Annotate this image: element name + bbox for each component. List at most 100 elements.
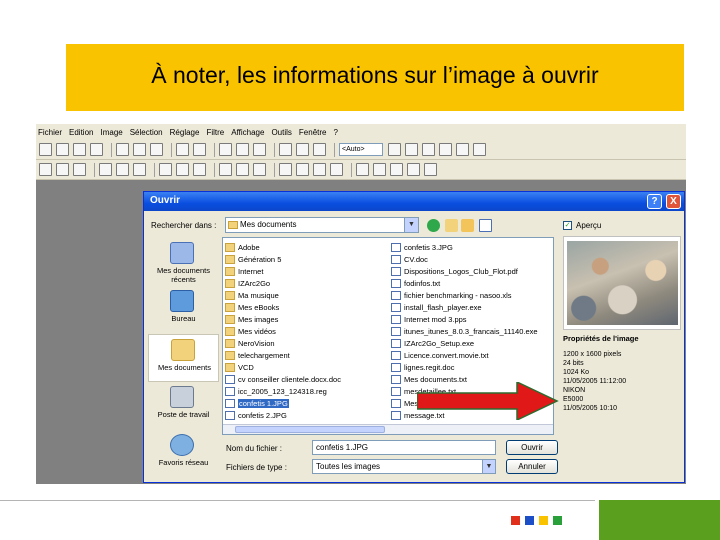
file-item[interactable]: confetis 2.JPG xyxy=(225,409,390,421)
place-my-computer[interactable]: Poste de travail xyxy=(148,382,219,430)
zoom-select[interactable]: <Auto> xyxy=(339,143,383,156)
views-menu-icon[interactable] xyxy=(479,219,492,232)
resize-icon[interactable] xyxy=(236,143,249,156)
fill-icon[interactable] xyxy=(313,143,326,156)
menu-item[interactable]: ? xyxy=(333,128,337,137)
file-item[interactable]: Licence.convert.movie.txt xyxy=(391,349,553,361)
file-item[interactable]: IZArc2Go_Setup.exe xyxy=(391,337,553,349)
place-my-documents[interactable]: Mes documents xyxy=(148,334,219,382)
brightness-icon[interactable] xyxy=(279,163,292,176)
file-item[interactable]: cv conseiller clientele.docx.doc xyxy=(225,373,390,385)
file-item[interactable]: confetis 1.JPG xyxy=(225,397,390,409)
save-icon[interactable] xyxy=(73,143,86,156)
dialog-titlebar[interactable]: Ouvrir ? X xyxy=(144,192,684,211)
file-item[interactable]: Mes images xyxy=(225,313,390,325)
menu-item[interactable]: Sélection xyxy=(130,128,163,137)
file-item[interactable]: Génération 5 xyxy=(225,253,390,265)
file-item[interactable]: fodinfos.txt xyxy=(391,277,553,289)
flip-horizontal-icon[interactable] xyxy=(356,163,369,176)
ellipse-icon[interactable] xyxy=(193,163,206,176)
text-icon[interactable] xyxy=(279,143,292,156)
look-in-select[interactable]: Mes documents ▼ xyxy=(225,217,419,233)
up-folder-icon[interactable] xyxy=(445,219,458,232)
file-item[interactable]: Adobe xyxy=(225,241,390,253)
line-icon[interactable] xyxy=(159,163,172,176)
file-item[interactable]: Mes vidéos xyxy=(225,325,390,337)
file-item[interactable]: Mes eBooks xyxy=(225,301,390,313)
pencil-icon[interactable] xyxy=(116,163,129,176)
file-item[interactable]: Ma musique xyxy=(225,289,390,301)
select-icon[interactable] xyxy=(39,163,52,176)
file-item[interactable]: fichier benchmarking - nasoo.xls xyxy=(391,289,553,301)
zoom-in-icon[interactable] xyxy=(388,143,401,156)
cut-icon[interactable] xyxy=(116,143,129,156)
sharpen-icon[interactable] xyxy=(236,163,249,176)
place-network[interactable]: Favoris réseau xyxy=(148,430,219,478)
place-desktop[interactable]: Bureau xyxy=(148,286,219,334)
file-item[interactable]: Dispositions_Logos_Club_Flot.pdf xyxy=(391,265,553,277)
print-icon[interactable] xyxy=(90,143,103,156)
rotate-right-icon[interactable] xyxy=(407,163,420,176)
file-item[interactable]: CV.doc xyxy=(391,253,553,265)
menu-item[interactable]: Fichier xyxy=(38,128,62,137)
brush-icon[interactable] xyxy=(296,143,309,156)
redo-icon[interactable] xyxy=(193,143,206,156)
horizontal-scrollbar[interactable] xyxy=(223,424,553,434)
new-folder-icon[interactable] xyxy=(461,219,474,232)
histogram-icon[interactable] xyxy=(456,143,469,156)
menu-item[interactable]: Outils xyxy=(271,128,291,137)
grayscale-icon[interactable] xyxy=(330,163,343,176)
menu-item[interactable]: Filtre xyxy=(206,128,224,137)
undo-icon[interactable] xyxy=(176,143,189,156)
smudge-icon[interactable] xyxy=(253,163,266,176)
zoom-out-icon[interactable] xyxy=(405,143,418,156)
open-button[interactable]: Ouvrir xyxy=(506,440,558,455)
menu-item[interactable]: Fenêtre xyxy=(299,128,327,137)
back-icon[interactable] xyxy=(427,219,440,232)
blur-icon[interactable] xyxy=(219,163,232,176)
file-item[interactable]: telechargement xyxy=(225,349,390,361)
effects-icon[interactable] xyxy=(424,163,437,176)
file-item[interactable]: NeroVision xyxy=(225,337,390,349)
fullscreen-icon[interactable] xyxy=(439,143,452,156)
file-item[interactable]: icc_2005_123_124318.reg xyxy=(225,385,390,397)
menu-item[interactable]: Image xyxy=(100,128,122,137)
fit-icon[interactable] xyxy=(422,143,435,156)
filename-input[interactable] xyxy=(312,440,496,455)
crop-icon[interactable] xyxy=(219,143,232,156)
new-file-icon[interactable] xyxy=(39,143,52,156)
file-item[interactable]: IZArc2Go xyxy=(225,277,390,289)
hue-icon[interactable] xyxy=(313,163,326,176)
wand-icon[interactable] xyxy=(73,163,86,176)
file-item[interactable]: install_flash_player.exe xyxy=(391,301,553,313)
cancel-button[interactable]: Annuler xyxy=(506,459,558,474)
menu-item[interactable]: Edition xyxy=(69,128,93,137)
eraser-icon[interactable] xyxy=(133,163,146,176)
menu-item[interactable]: Réglage xyxy=(170,128,200,137)
file-item[interactable]: itunes_itunes_8.0.3_francais_11140.exe xyxy=(391,325,553,337)
open-folder-icon[interactable] xyxy=(56,143,69,156)
place-recent-documents[interactable]: Mes documents récents xyxy=(148,238,219,286)
close-button[interactable]: X xyxy=(666,194,681,209)
layers-icon[interactable] xyxy=(473,143,486,156)
chevron-down-icon[interactable]: ▼ xyxy=(404,218,418,232)
lasso-icon[interactable] xyxy=(56,163,69,176)
scrollbar-thumb[interactable] xyxy=(235,426,385,433)
chevron-down-icon[interactable]: ▼ xyxy=(482,460,495,473)
help-button[interactable]: ? xyxy=(647,194,662,209)
file-item[interactable]: VCD xyxy=(225,361,390,373)
menu-item[interactable]: Affichage xyxy=(231,128,264,137)
rectangle-icon[interactable] xyxy=(176,163,189,176)
file-item[interactable]: confetis 3.JPG xyxy=(391,241,553,253)
file-item[interactable]: Internet mod 3.pps xyxy=(391,313,553,325)
filetype-select[interactable]: Toutes les images ▼ xyxy=(312,459,496,474)
copy-icon[interactable] xyxy=(133,143,146,156)
file-item[interactable]: lignes.regit.doc xyxy=(391,361,553,373)
paste-icon[interactable] xyxy=(150,143,163,156)
contrast-icon[interactable] xyxy=(296,163,309,176)
preview-checkbox[interactable]: ✓ xyxy=(563,221,572,230)
rotate-left-icon[interactable] xyxy=(390,163,403,176)
rotate-icon[interactable] xyxy=(253,143,266,156)
eyedropper-icon[interactable] xyxy=(99,163,112,176)
file-item[interactable]: Internet xyxy=(225,265,390,277)
